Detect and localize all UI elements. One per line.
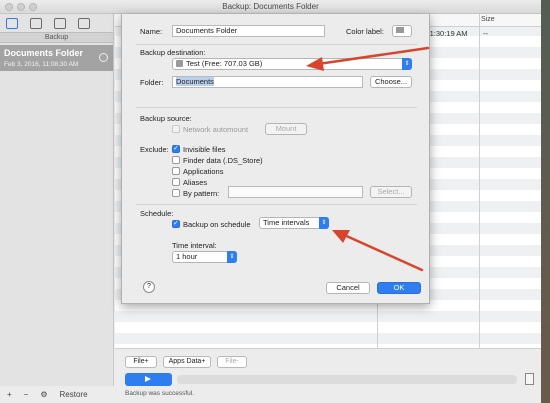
log-document-icon[interactable] <box>525 373 534 385</box>
sync-tab-icon[interactable] <box>78 17 90 29</box>
backup-on-schedule-label: Backup on schedule <box>183 220 251 229</box>
add-file-button[interactable]: File+ <box>125 356 157 368</box>
separator <box>136 44 417 45</box>
network-automount-checkbox[interactable] <box>172 125 180 133</box>
restore-button[interactable]: Restore <box>60 390 88 399</box>
exclude-label: Exclude: <box>140 145 169 154</box>
status-ring-icon <box>99 53 108 62</box>
backup-destination-popup[interactable]: Test (Free: 707.03 GB) ⇕ <box>172 58 412 70</box>
by-pattern-checkbox[interactable] <box>172 189 180 197</box>
aliases-checkbox[interactable] <box>172 178 180 186</box>
column-divider <box>479 14 480 348</box>
by-pattern-label: By pattern: <box>183 189 220 198</box>
folder-label: Folder: <box>140 78 164 87</box>
schedule-mode-popup[interactable]: Time intervals ⇕ <box>259 217 329 229</box>
start-backup-button[interactable] <box>125 373 172 386</box>
aliases-label: Aliases <box>183 178 208 187</box>
backup-on-schedule-checkbox[interactable] <box>172 219 180 228</box>
time-interval-popup[interactable]: 1 hour ⇕ <box>172 251 237 263</box>
add-backup-button[interactable]: + <box>7 390 12 399</box>
sidebar-footer: + − ⚙ Restore <box>0 386 114 403</box>
time-interval-label: Time interval: <box>172 241 217 250</box>
backup-destination-value: Test (Free: 707.03 GB) <box>186 59 263 68</box>
schedule-label: Schedule: <box>140 209 174 218</box>
remove-file-button[interactable]: File- <box>217 356 247 368</box>
color-swatch <box>396 27 404 33</box>
backup-source-label: Backup source: <box>140 114 192 123</box>
sidebar-caption: Backup <box>0 32 113 43</box>
cancel-button[interactable]: Cancel <box>326 282 370 294</box>
invisible-files-checkbox[interactable] <box>172 144 180 153</box>
backup-destination-label: Backup destination: <box>140 48 206 57</box>
invisible-files-label: Invisible files <box>183 145 226 154</box>
time-interval-value: 1 hour <box>176 252 198 261</box>
choose-folder-button[interactable]: Choose... <box>370 76 412 88</box>
status-text: Backup was successful. <box>125 390 195 397</box>
color-label-popup[interactable] <box>392 25 412 37</box>
copy-tab-icon[interactable] <box>54 17 66 29</box>
row-size: -- <box>483 29 488 38</box>
folder-input[interactable]: Documents <box>172 76 363 88</box>
sidebar-toolbar <box>0 14 113 32</box>
separator <box>136 107 417 108</box>
zoom-window-button[interactable] <box>29 3 37 11</box>
network-automount-label: Network automount <box>183 125 249 134</box>
row-time: 11:30:19 AM <box>426 29 468 38</box>
size-column-header[interactable]: Size <box>481 16 495 23</box>
remove-backup-button[interactable]: − <box>24 390 29 399</box>
disk-icon <box>176 60 183 67</box>
finder-data-label: Finder data (.DS_Store) <box>183 156 263 165</box>
name-label: Name: <box>140 27 163 36</box>
select-pattern-button[interactable]: Select... <box>370 186 412 198</box>
schedule-mode-value: Time intervals <box>263 218 310 227</box>
bottom-bar: File+ Apps Data+ File- Backup was succes… <box>115 348 541 403</box>
applications-checkbox[interactable] <box>172 167 180 175</box>
backup-settings-sheet: Name: Documents Folder Color label: Back… <box>121 14 430 304</box>
help-button[interactable]: ? <box>143 281 155 293</box>
folder-value: Documents <box>176 77 214 86</box>
gear-icon[interactable]: ⚙ <box>40 390 47 399</box>
browser-tab-icon[interactable] <box>30 17 42 29</box>
backup-progress-bar <box>177 375 517 384</box>
ok-button[interactable]: OK <box>377 282 421 294</box>
pattern-input[interactable] <box>228 186 363 198</box>
separator <box>136 204 417 205</box>
sidebar-item-documents-folder[interactable]: Documents Folder Feb 3, 2016, 11:08:30 A… <box>0 45 113 71</box>
applications-label: Applications <box>183 167 224 176</box>
chevron-updown-icon: ⇕ <box>402 58 412 70</box>
backup-tab-icon[interactable] <box>6 17 18 29</box>
color-label-label: Color label: <box>346 27 384 36</box>
add-apps-data-button[interactable]: Apps Data+ <box>163 356 211 368</box>
sidebar-item-date: Feb 3, 2016, 11:08:30 AM <box>4 61 79 68</box>
minimize-window-button[interactable] <box>17 3 25 11</box>
mount-button[interactable]: Mount <box>265 123 307 135</box>
chevron-updown-icon: ⇕ <box>319 217 329 229</box>
sidebar-item-name: Documents Folder <box>4 48 84 58</box>
window-titlebar: Backup: Documents Folder <box>0 0 541 14</box>
window-title: Backup: Documents Folder <box>222 2 319 11</box>
name-input[interactable]: Documents Folder <box>172 25 325 37</box>
close-window-button[interactable] <box>5 3 13 11</box>
finder-data-checkbox[interactable] <box>172 156 180 164</box>
sidebar: Backup Documents Folder Feb 3, 2016, 11:… <box>0 14 114 386</box>
chevron-updown-icon: ⇕ <box>227 251 237 263</box>
